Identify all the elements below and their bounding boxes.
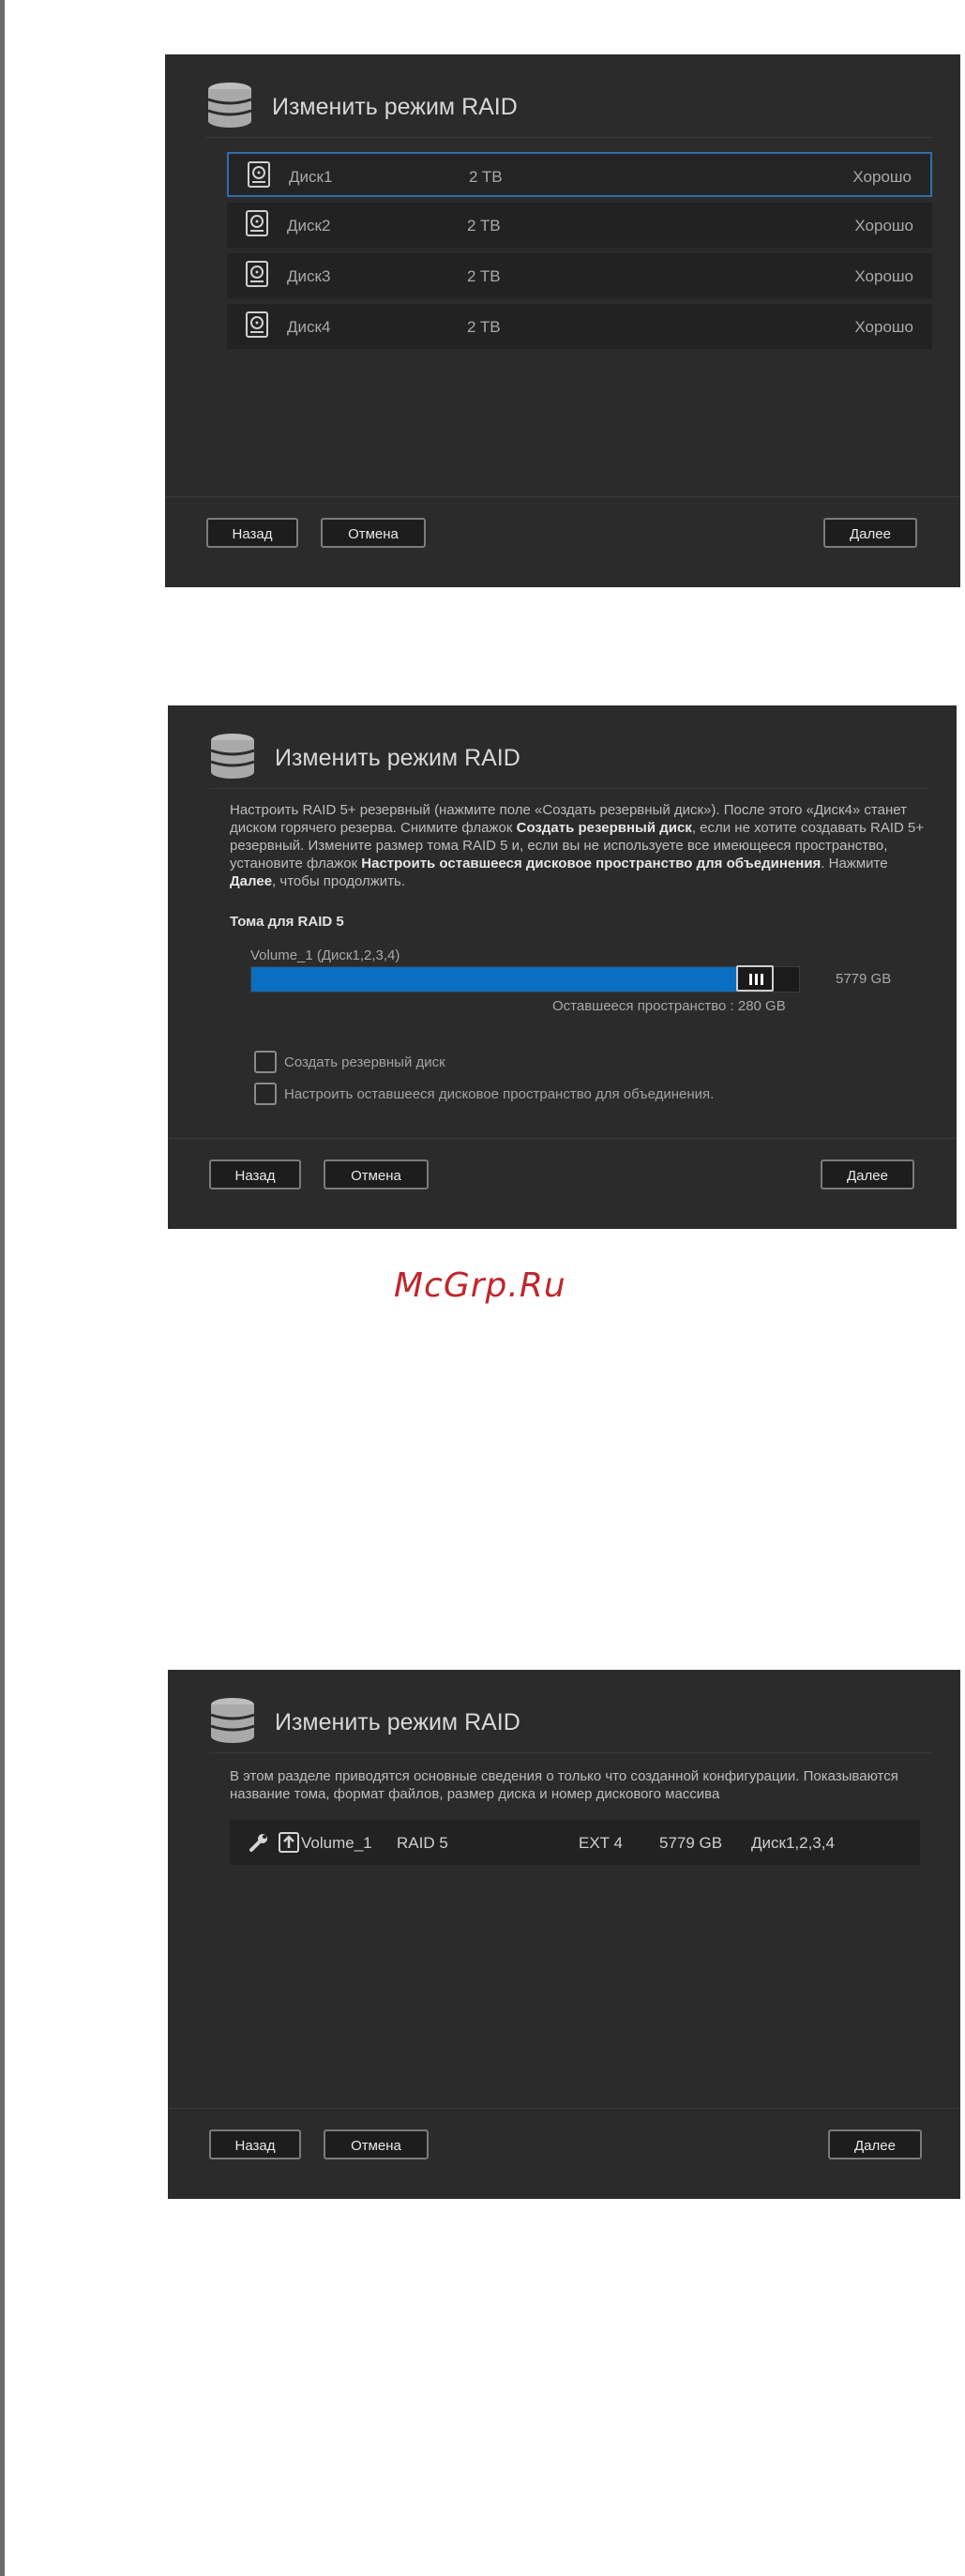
back-button[interactable]: Назад <box>206 518 298 548</box>
summary-file-system: EXT 4 <box>579 1834 623 1852</box>
panel-footer: Назад Отмена Далее <box>168 2108 960 2199</box>
panel-header: Изменить режим RAID <box>206 75 932 138</box>
watermark-text: McGrp.Ru <box>394 1266 566 1305</box>
database-icon <box>210 1698 255 1743</box>
disk-size: 2 TB <box>467 267 501 285</box>
next-button[interactable]: Далее <box>823 518 917 548</box>
panel-footer: Назад Отмена Далее <box>165 496 960 587</box>
volume-size-value: 5779 GB <box>836 971 892 987</box>
next-button[interactable]: Далее <box>821 1159 914 1190</box>
back-button[interactable]: Назад <box>209 2129 301 2159</box>
summary-size: 5779 GB <box>659 1834 723 1852</box>
hard-disk-icon <box>246 261 268 287</box>
disk-row-3[interactable]: Диск3 2 TB Хорошо <box>227 253 932 298</box>
slider-handle[interactable] <box>736 965 774 992</box>
hard-disk-icon <box>246 311 268 338</box>
spanning-label: Настроить оставшееся дисковое пространст… <box>284 1086 715 1102</box>
database-icon <box>207 83 252 128</box>
cancel-button[interactable]: Отмена <box>324 2129 429 2159</box>
desc-bold-spare: Создать резервный диск <box>516 820 692 836</box>
create-spare-checkbox[interactable] <box>254 1051 277 1073</box>
database-icon <box>210 734 255 779</box>
disk-name: Диск4 <box>287 318 331 336</box>
panel-title: Изменить режим RAID <box>272 94 518 120</box>
panel-header: Изменить режим RAID <box>209 726 928 789</box>
create-spare-label: Создать резервный диск <box>284 1054 445 1070</box>
desc-bold-spanning: Настроить оставшееся дисковое пространст… <box>361 856 822 871</box>
desc-text: . Нажмите <box>821 856 888 871</box>
back-button[interactable]: Назад <box>209 1159 301 1190</box>
panel-title: Изменить режим RAID <box>275 1709 520 1735</box>
spanning-checkbox[interactable] <box>254 1083 277 1105</box>
disk-size: 2 TB <box>467 318 501 336</box>
summary-description: В этом разделе приводятся основные сведе… <box>230 1768 898 1802</box>
raid5-volume-config-panel: Изменить режим RAID Настроить RAID 5+ ре… <box>168 705 957 1229</box>
panel-footer: Назад Отмена Далее <box>168 1138 957 1229</box>
page-left-rule <box>0 0 5 2576</box>
volume-summary-row: Volume_1 RAID 5 EXT 4 5779 GB Диск1,2,3,… <box>230 1820 920 1865</box>
next-button[interactable]: Далее <box>828 2129 922 2159</box>
disk-row-4[interactable]: Диск4 2 TB Хорошо <box>227 304 932 349</box>
volumes-section-label: Тома для RAID 5 <box>230 914 344 930</box>
raid-disk-select-panel: Изменить режим RAID Диск1 2 TB Хорошо Ди… <box>165 54 960 587</box>
wrench-icon <box>249 1834 267 1852</box>
disk-name: Диск2 <box>287 217 331 235</box>
disk-status: Хорошо <box>854 318 913 336</box>
volume-label: Volume_1 (Диск1,2,3,4) <box>250 947 400 963</box>
disk-size: 2 TB <box>467 217 501 235</box>
remaining-space: Оставшееся пространство : 280 GB <box>552 998 786 1014</box>
summary-disks: Диск1,2,3,4 <box>751 1834 835 1852</box>
volume-size-fill <box>251 967 755 992</box>
upload-icon <box>279 1832 299 1853</box>
volume-size-slider[interactable] <box>250 965 800 993</box>
summary-volume-name: Volume_1 <box>301 1834 372 1852</box>
disk-row-1[interactable]: Диск1 2 TB Хорошо <box>227 152 932 197</box>
disk-row-2[interactable]: Диск2 2 TB Хорошо <box>227 203 932 248</box>
disk-status: Хорошо <box>854 267 913 285</box>
hard-disk-icon <box>248 161 270 188</box>
desc-bold-next: Далее <box>230 873 273 889</box>
disk-size: 2 TB <box>469 168 503 186</box>
cancel-button[interactable]: Отмена <box>324 1159 429 1190</box>
disk-status: Хорошо <box>852 168 912 186</box>
panel-header: Изменить режим RAID <box>209 1690 932 1753</box>
disk-name: Диск1 <box>289 168 333 186</box>
desc-text: , чтобы продолжить. <box>272 873 406 889</box>
raid-summary-panel: Изменить режим RAID В этом разделе приво… <box>168 1670 960 2199</box>
raid5-description: Настроить RAID 5+ резервный (нажмите пол… <box>230 801 929 890</box>
hard-disk-icon <box>246 210 268 236</box>
cancel-button[interactable]: Отмена <box>321 518 426 548</box>
panel-title: Изменить режим RAID <box>275 745 520 771</box>
disk-name: Диск3 <box>287 267 331 285</box>
disk-status: Хорошо <box>854 217 913 235</box>
summary-raid-level: RAID 5 <box>397 1834 448 1852</box>
